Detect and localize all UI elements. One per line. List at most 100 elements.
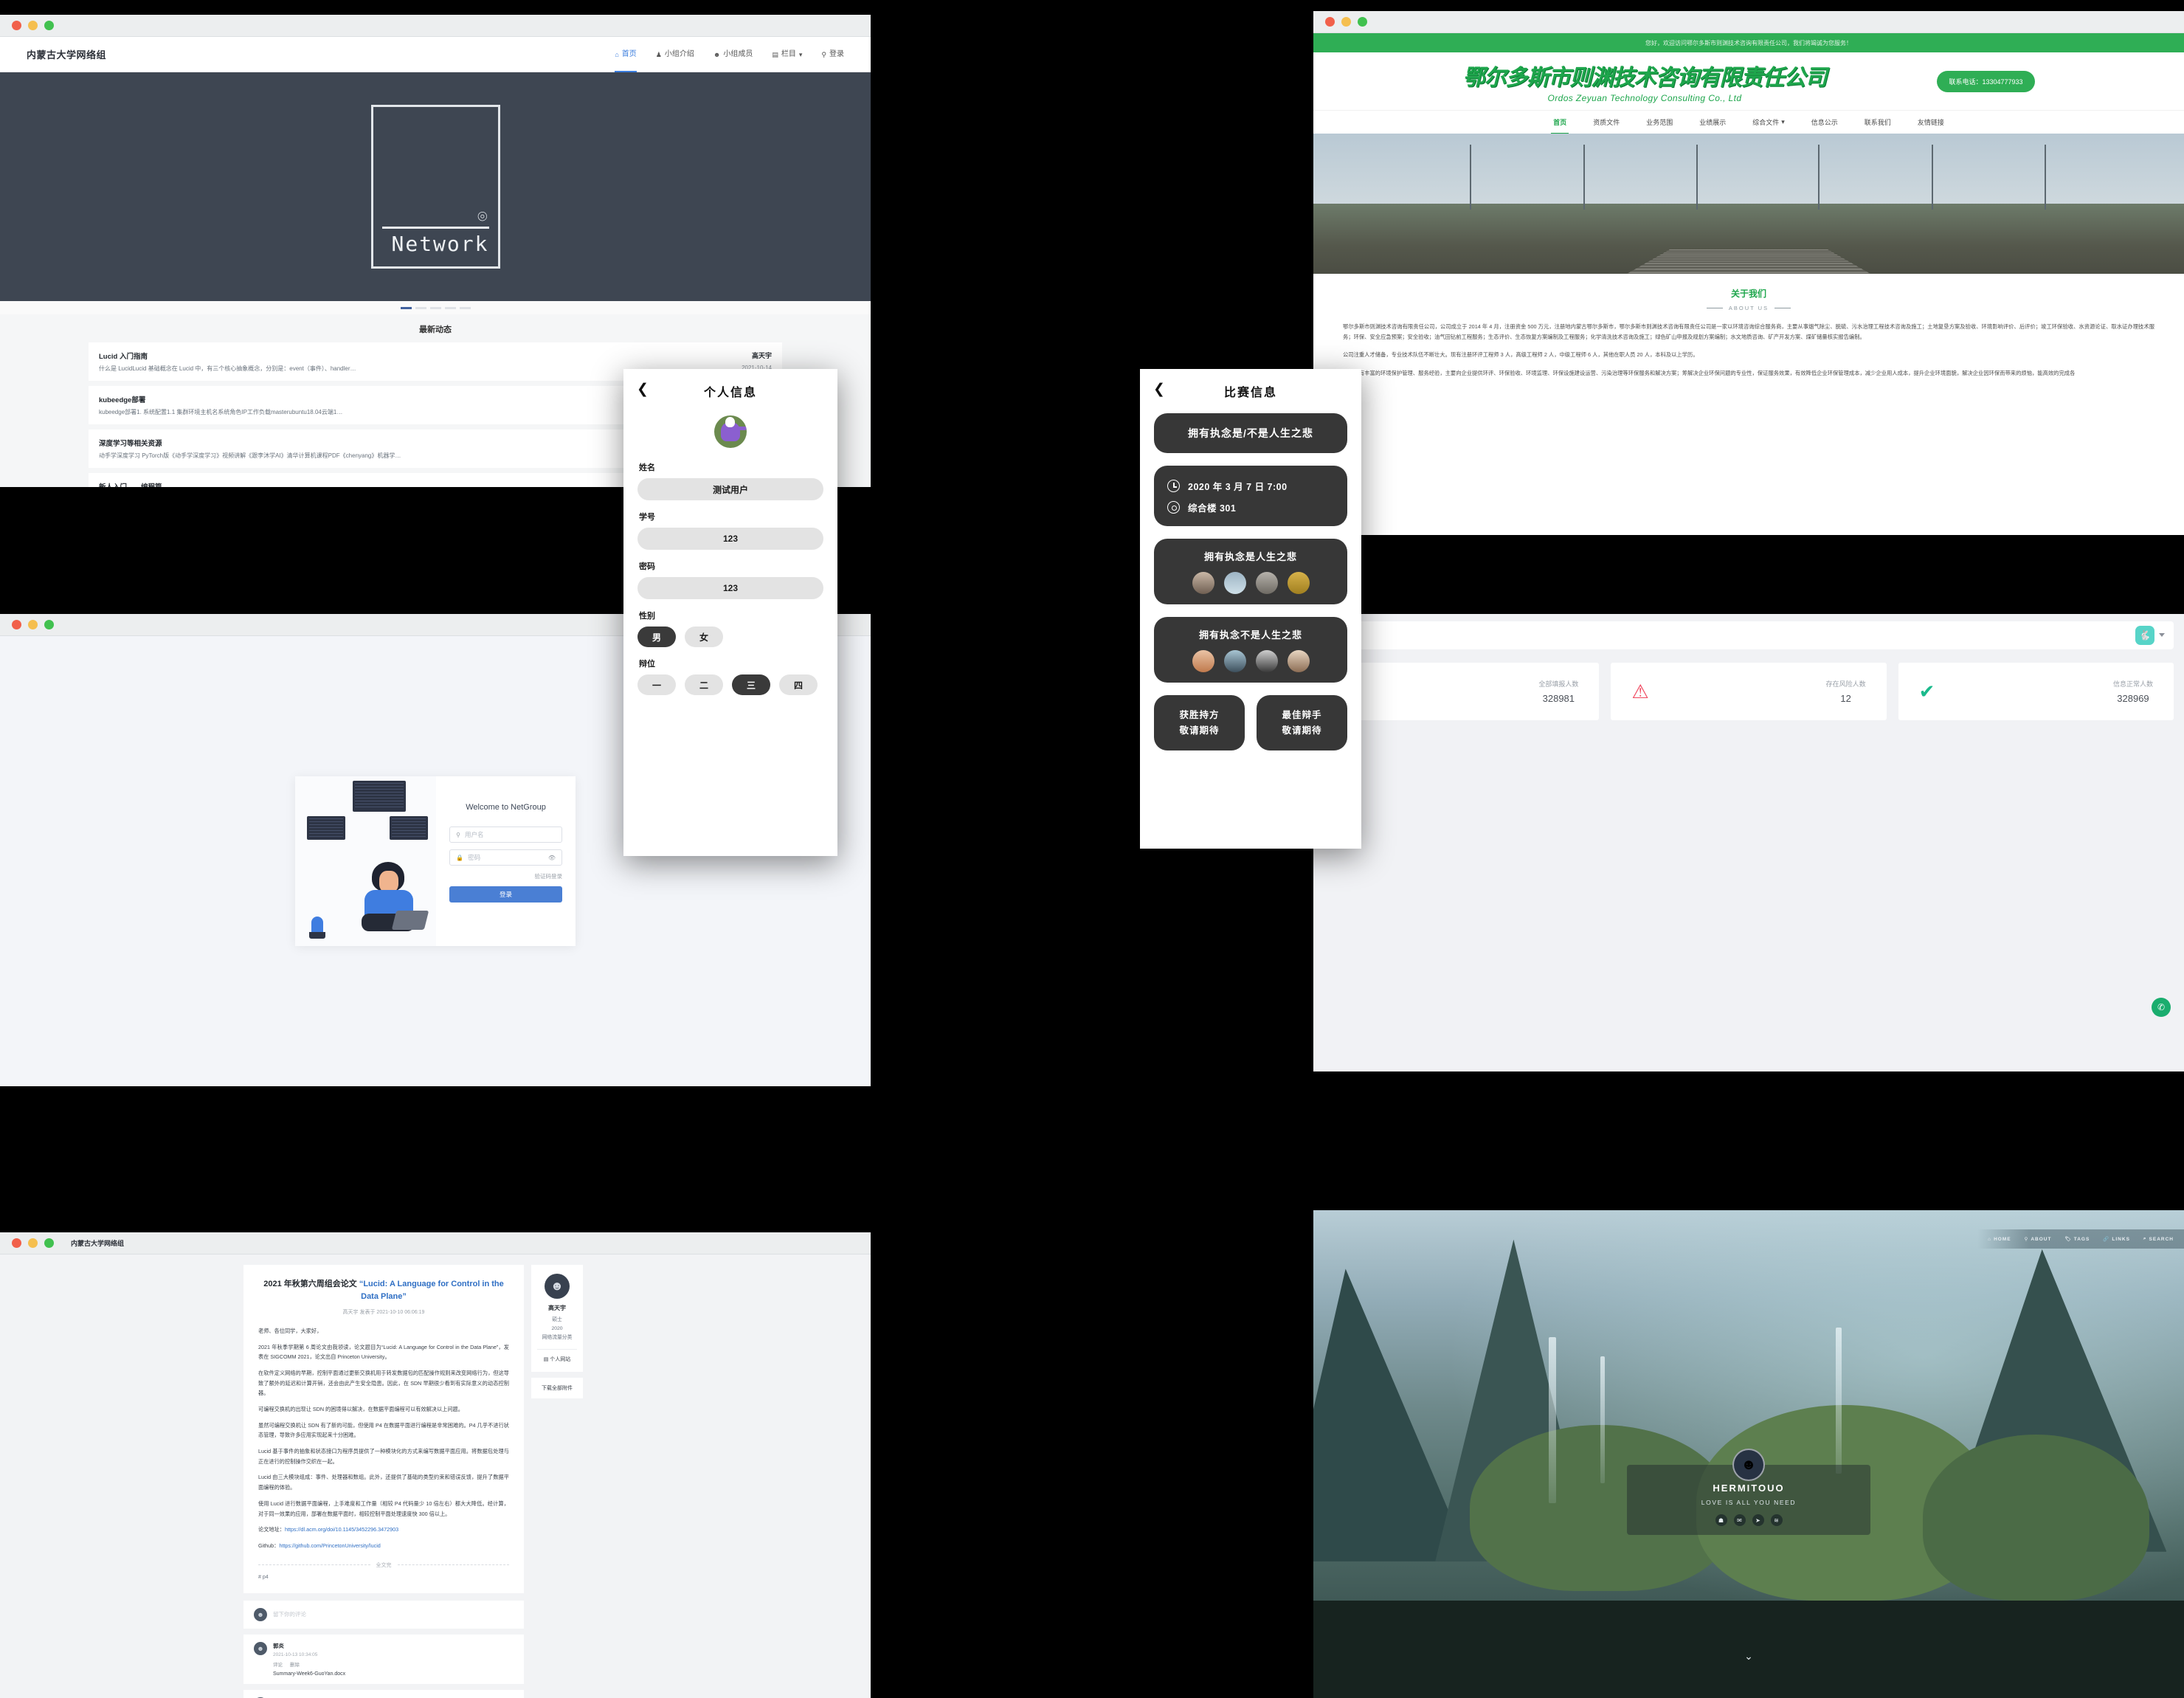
nav-item-about[interactable]: ⚲ ABOUT (2025, 1236, 2052, 1243)
contact-phone-badge[interactable]: 联系电话：13304777933 (1937, 70, 2035, 92)
carousel-dots[interactable] (0, 301, 871, 314)
carousel-dot[interactable] (444, 306, 456, 309)
close-icon[interactable] (12, 1238, 21, 1248)
stat-card-risk: ⚠ 存在风险人数 12 (1611, 663, 1887, 720)
position-option-1[interactable]: 一 (637, 674, 676, 695)
download-all-button[interactable]: 下载全部附件 (531, 1377, 583, 1398)
avatar: ☻ (545, 1274, 570, 1299)
blog-nav: ⌂ HOME ⚲ ABOUT 🏷 TAGS 🔗 LINKS ⌕ SEARCH (1977, 1229, 2184, 1249)
lock-icon: 🔒 (456, 854, 464, 861)
github-link-row: Github：https://github.com/PrincetonUnive… (258, 1541, 509, 1551)
name-input[interactable]: 测试用户 (637, 478, 823, 500)
comment-attachment[interactable]: Summary-Week6-GuoYan.docx (273, 1671, 514, 1677)
password-field[interactable]: 🔒 密码 👁 (449, 849, 562, 866)
password-input[interactable]: 123 (637, 577, 823, 599)
nav-item-documents[interactable]: 综合文件 ▾ (1752, 111, 1785, 134)
alt-login-link[interactable]: 验证码登录 (449, 872, 563, 880)
cartoon-avatar-icon[interactable] (714, 415, 747, 448)
login-button[interactable]: 登录 (449, 886, 562, 903)
post-title[interactable]: 深度学习等相关资源 (99, 438, 705, 448)
nav-item-disclosure[interactable]: 信息公示 (1811, 111, 1838, 134)
avatar-icon[interactable]: 🐇 (2135, 626, 2154, 645)
close-icon[interactable] (1325, 17, 1335, 27)
comment-input-box[interactable]: ☻ 留下你的评论 (243, 1600, 524, 1629)
nav-item-contact[interactable]: 联系我们 (1865, 111, 1891, 134)
member-avatar[interactable] (1255, 572, 1278, 594)
window-titlebar (0, 15, 871, 37)
user-icon: ⚲ (821, 50, 826, 58)
nav-item-login[interactable]: ⚲ 登录 (821, 37, 844, 72)
post-title[interactable]: 新人入门——编程篇 (99, 481, 705, 487)
nav-item-members[interactable]: ☻ 小组成员 (713, 37, 753, 72)
rss-icon[interactable]: ≋ (1770, 1514, 1783, 1526)
delete-action[interactable]: 删除 (290, 1660, 300, 1668)
member-avatar[interactable] (1287, 572, 1310, 594)
article-tag[interactable]: # p4 (258, 1575, 509, 1580)
maximize-icon[interactable] (44, 1238, 54, 1248)
github-icon[interactable]: ☗ (1715, 1514, 1727, 1526)
close-icon[interactable] (12, 620, 21, 629)
post-title[interactable]: kubeedge部署 (99, 394, 705, 404)
author-site-link[interactable]: ▤ 个人网站 (537, 1348, 577, 1363)
nav-item-intro[interactable]: ♟ 小组介绍 (656, 37, 694, 72)
member-avatar[interactable] (1223, 650, 1246, 672)
nav-item-tags[interactable]: 🏷 TAGS (2064, 1236, 2090, 1243)
chevron-down-icon[interactable]: ⌄ (1744, 1650, 1753, 1663)
maximize-icon[interactable] (1358, 17, 1367, 27)
link-icon: 🔗 (2103, 1237, 2110, 1242)
minimize-icon[interactable] (1341, 17, 1351, 27)
carousel-dot[interactable] (400, 306, 412, 309)
winner-button[interactable]: 获胜持方 敬请期待 (1154, 695, 1245, 751)
carousel-dot[interactable] (429, 306, 441, 309)
wechat-icon[interactable]: ✆ (2152, 998, 2171, 1017)
nav-item-business-scope[interactable]: 业务范围 (1646, 111, 1673, 134)
chevron-left-icon[interactable]: ❮ (637, 382, 649, 396)
chevron-left-icon[interactable]: ❮ (1153, 382, 1165, 396)
username-field[interactable]: ⚲ 用户名 (449, 826, 562, 843)
best-debater-button[interactable]: 最佳辩手 敬请期待 (1257, 695, 1347, 751)
nav-item-columns[interactable]: ▤ 栏目 ▾ (772, 37, 802, 72)
carousel-dot[interactable] (459, 306, 471, 309)
nav-item-home[interactable]: 首页 (1551, 111, 1569, 134)
maximize-icon[interactable] (44, 21, 54, 30)
paper-link-row: 论文地址：https://dl.acm.org/doi/10.1145/3452… (258, 1525, 509, 1535)
carousel-dot[interactable] (415, 306, 426, 309)
position-option-2[interactable]: 二 (685, 674, 723, 695)
github-link[interactable]: https://github.com/PrincetonUniversity/l… (279, 1542, 380, 1549)
student-id-input[interactable]: 123 (637, 528, 823, 550)
nav-item-links[interactable]: 🔗 LINKS (2103, 1236, 2130, 1243)
brand-name-en: Ordos Zeyuan Technology Consulting Co., … (1547, 93, 1742, 103)
paper-link[interactable]: https://dl.acm.org/doi/10.1145/3452296.3… (285, 1526, 398, 1533)
post-title[interactable]: Lucid 入门指南 (99, 351, 705, 361)
minimize-icon[interactable] (28, 21, 38, 30)
close-icon[interactable] (12, 21, 21, 30)
member-avatar[interactable] (1192, 572, 1214, 594)
nav-item-search[interactable]: ⌕ SEARCH (2143, 1236, 2174, 1242)
member-avatar[interactable] (1223, 572, 1246, 594)
hero-divider (381, 227, 489, 229)
telegram-icon[interactable]: ➤ (1752, 1514, 1764, 1526)
position-option-3[interactable]: 三 (732, 674, 770, 695)
nav-label: LINKS (2112, 1236, 2130, 1242)
site-logo[interactable]: 内蒙古大学网络组 (27, 47, 106, 61)
nav-item-achievements[interactable]: 业绩展示 (1699, 111, 1726, 134)
minimize-icon[interactable] (28, 1238, 38, 1248)
maximize-icon[interactable] (44, 620, 54, 629)
member-avatar[interactable] (1192, 650, 1214, 672)
position-option-4[interactable]: 四 (779, 674, 818, 695)
profile-header: ❮ 个人信息 (623, 369, 837, 413)
chevron-down-icon[interactable] (2159, 633, 2165, 637)
reply-action[interactable]: 评论 (273, 1660, 283, 1668)
gender-option-female[interactable]: 女 (685, 627, 723, 647)
gender-option-male[interactable]: 男 (637, 627, 676, 647)
nav-item-qualifications[interactable]: 资质文件 (1593, 111, 1620, 134)
nav-item-home[interactable]: ⌂ 首页 (615, 37, 637, 72)
member-avatar[interactable] (1255, 650, 1278, 672)
nav-item-links[interactable]: 友情链接 (1918, 111, 1944, 134)
nav-item-home[interactable]: ⌂ HOME (1988, 1237, 2011, 1242)
member-avatar[interactable] (1287, 650, 1310, 672)
mail-icon[interactable]: ✉ (1733, 1514, 1746, 1526)
about-section: 关于我们 ABOUT US 鄂尔多斯市则渊技术咨询有限责任公司，公司成立于 20… (1313, 274, 2184, 379)
minimize-icon[interactable] (28, 620, 38, 629)
eye-icon[interactable]: 👁 (548, 855, 556, 861)
